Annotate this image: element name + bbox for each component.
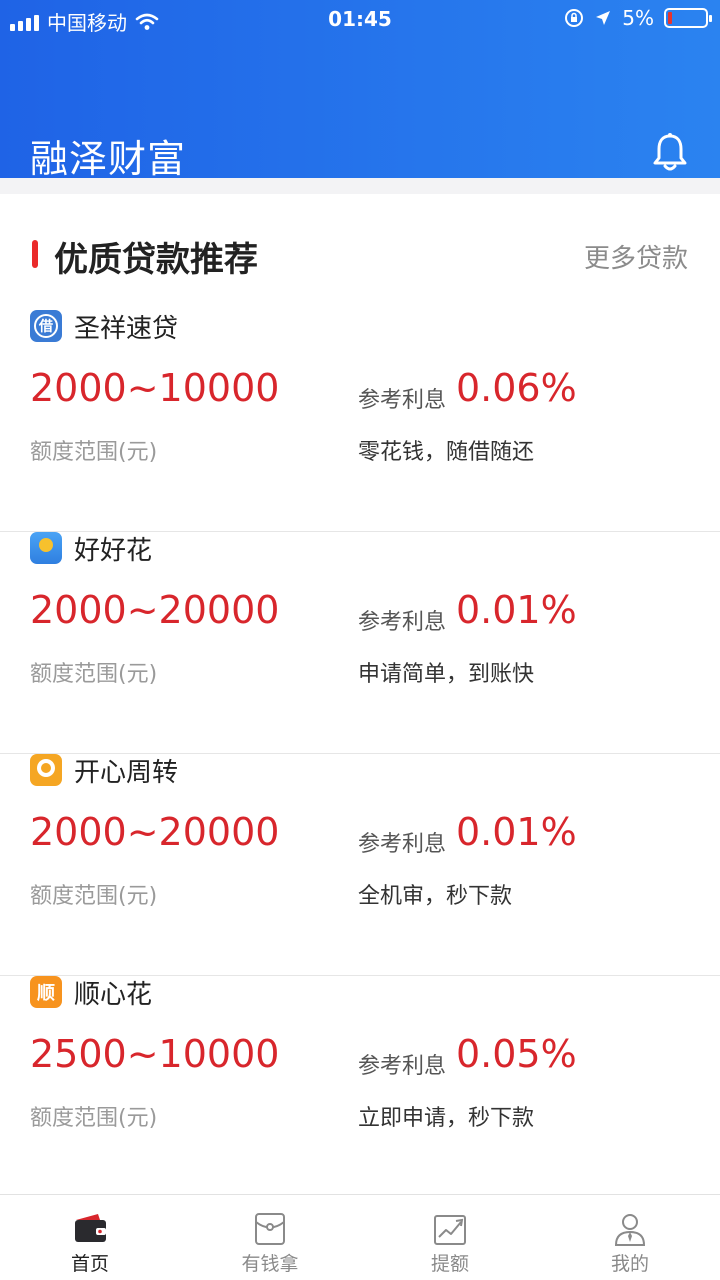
loan-feature: 全机审，秒下款 xyxy=(358,884,513,909)
loan-feature: 申请简单，到账快 xyxy=(358,662,535,687)
envelope-icon xyxy=(255,1213,285,1245)
section-header: 优质贷款推荐 更多贷款 xyxy=(0,230,720,280)
status-bar: 中国移动 01:45 5% xyxy=(0,0,720,38)
tab-earn[interactable]: 有钱拿 xyxy=(180,1195,360,1280)
app-title: 融泽财富 xyxy=(30,137,187,181)
section-marker xyxy=(32,240,38,268)
bottom-tab-bar: 首页 有钱拿 提额 我的 xyxy=(0,1194,720,1280)
app-header: 中国移动 01:45 5% 融泽财富 xyxy=(0,0,720,181)
loan-logo-icon: 借 xyxy=(30,310,62,342)
loan-rate: 0.05% xyxy=(456,1032,577,1076)
loan-rate: 0.06% xyxy=(456,366,577,410)
loan-range: 2000~20000 xyxy=(30,810,280,854)
more-loans-link[interactable]: 更多贷款 xyxy=(584,238,688,275)
loan-range-label: 额度范围(元) xyxy=(30,1106,158,1131)
loan-name: 好好花 xyxy=(74,536,153,566)
loan-range-label: 额度范围(元) xyxy=(30,662,158,687)
loan-rate-label: 参考利息 xyxy=(358,610,447,635)
rotation-lock-icon xyxy=(565,9,584,27)
loan-recommend-card: 优质贷款推荐 更多贷款 借 圣祥速贷 2000~10000 额度范围(元) 参考… xyxy=(0,194,720,1198)
user-icon xyxy=(614,1214,646,1246)
loan-feature: 立即申请，秒下款 xyxy=(358,1106,535,1131)
loan-logo-icon xyxy=(30,754,62,786)
tab-mine-label: 我的 xyxy=(610,1253,649,1275)
loan-range-label: 额度范围(元) xyxy=(30,440,158,465)
loan-range: 2000~10000 xyxy=(30,366,280,410)
loan-rate: 0.01% xyxy=(456,810,577,854)
loan-rate-label: 参考利息 xyxy=(358,832,447,857)
loan-rate-label: 参考利息 xyxy=(358,388,447,413)
loan-logo-icon xyxy=(30,532,62,564)
loan-item[interactable]: 开心周转 2000~20000 额度范围(元) 参考利息 0.01% 全机审，秒… xyxy=(0,754,720,976)
chart-up-icon xyxy=(434,1215,466,1245)
loan-name: 顺心花 xyxy=(74,980,153,1010)
tab-home-label: 首页 xyxy=(70,1253,109,1275)
loan-item[interactable]: 顺 顺心花 2500~10000 额度范围(元) 参考利息 0.05% 立即申请… xyxy=(0,976,720,1198)
tab-earn-label: 有钱拿 xyxy=(241,1253,299,1275)
loan-range-label: 额度范围(元) xyxy=(30,884,158,909)
battery-icon xyxy=(664,8,712,28)
loan-name: 开心周转 xyxy=(74,758,179,788)
bell-icon[interactable] xyxy=(652,132,688,172)
section-title: 优质贷款推荐 xyxy=(54,240,258,280)
tab-raise-limit[interactable]: 提额 xyxy=(360,1195,540,1280)
tab-raise-limit-label: 提额 xyxy=(430,1253,469,1275)
battery-percent: 5% xyxy=(622,6,654,30)
loan-rate: 0.01% xyxy=(456,588,577,632)
loan-logo-icon: 顺 xyxy=(30,976,62,1008)
loan-range: 2500~10000 xyxy=(30,1032,280,1076)
tab-home[interactable]: 首页 xyxy=(0,1195,180,1280)
loan-name: 圣祥速贷 xyxy=(74,314,179,344)
loan-item[interactable]: 好好花 2000~20000 额度范围(元) 参考利息 0.01% 申请简单，到… xyxy=(0,532,720,754)
tab-mine[interactable]: 我的 xyxy=(540,1195,720,1280)
loan-feature: 零花钱，随借随还 xyxy=(358,440,535,465)
loan-item[interactable]: 借 圣祥速贷 2000~10000 额度范围(元) 参考利息 0.06% 零花钱… xyxy=(0,310,720,532)
loan-range: 2000~20000 xyxy=(30,588,280,632)
wallet-icon xyxy=(75,1214,106,1242)
location-icon xyxy=(596,11,611,25)
loan-rate-label: 参考利息 xyxy=(358,1054,447,1079)
